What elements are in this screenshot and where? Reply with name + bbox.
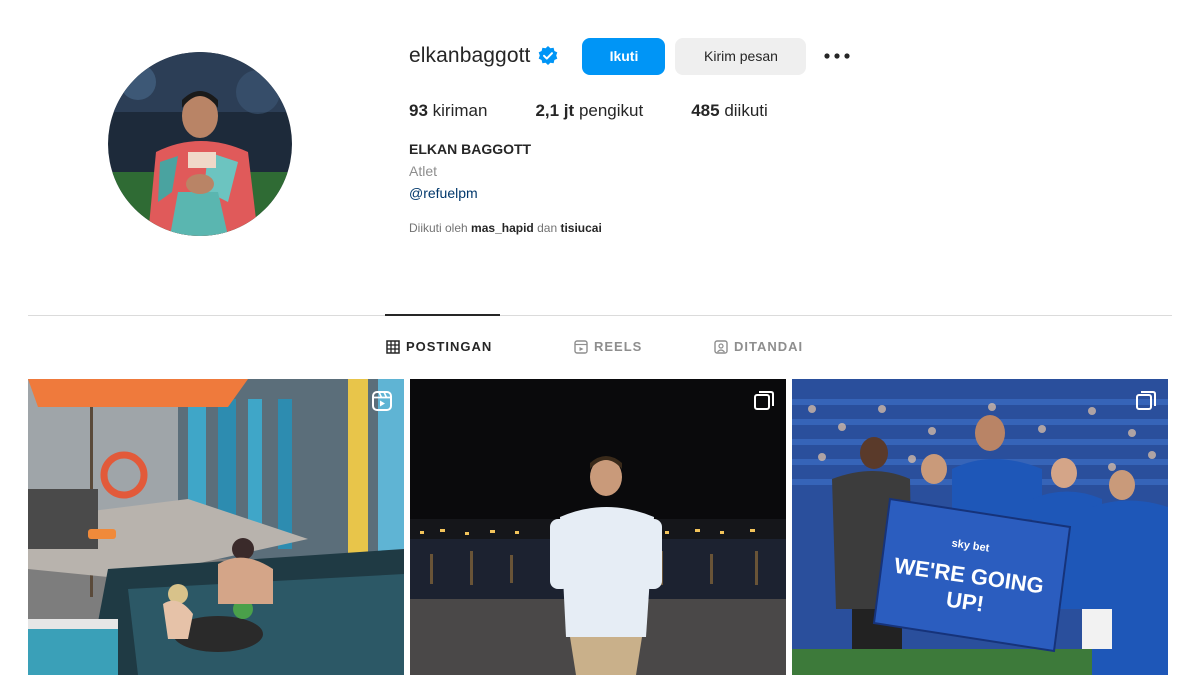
tab-posts[interactable]: POSTINGAN [386, 339, 492, 354]
tabs-divider [28, 315, 1172, 316]
followers-count-label: pengikut [578, 101, 644, 120]
send-message-button[interactable]: Kirim pesan [675, 37, 807, 75]
carousel-icon [754, 391, 774, 411]
followed-by-text[interactable]: Diikuti oleh mas_hapid dan tisiucai [409, 221, 1169, 235]
post-thumbnail-2[interactable] [410, 379, 786, 675]
followed-by-user-2[interactable]: tisiucai [560, 221, 601, 235]
profile-tabs: POSTINGAN REELS DITANDAI [0, 339, 1200, 359]
following-count[interactable]: 485 diikuti [691, 101, 768, 121]
carousel-icon [1136, 391, 1156, 411]
posts-count-label: kiriman [432, 101, 488, 120]
banner-line-2: UP! [945, 587, 986, 617]
bio-mention-link[interactable]: @refuelpm [409, 185, 1169, 201]
tab-reels[interactable]: REELS [574, 339, 642, 354]
posts-grid: sky bet WE'RE GOING UP! [28, 379, 1168, 675]
followed-by-prefix: Diikuti oleh [409, 221, 468, 235]
followers-count[interactable]: 2,1 jt pengikut [535, 101, 643, 121]
following-count-label: diikuti [724, 101, 768, 120]
username[interactable]: elkanbaggott [409, 44, 530, 68]
post-thumbnail-3[interactable]: sky bet WE'RE GOING UP! [792, 379, 1168, 675]
follow-button[interactable]: Ikuti [582, 37, 666, 75]
posts-count-value: 93 [409, 101, 428, 120]
profile-avatar[interactable] [108, 52, 292, 236]
post-thumbnail-1[interactable] [28, 379, 404, 675]
followed-by-user-1[interactable]: mas_hapid [471, 221, 534, 235]
active-tab-indicator [385, 314, 500, 316]
full-name: ELKAN BAGGOTT [409, 141, 532, 157]
profile-stats: 93 kiriman 2,1 jt pengikut 485 diikuti [409, 101, 1169, 121]
grid-icon [386, 339, 400, 354]
followers-count-value: 2,1 jt [535, 101, 575, 120]
tab-tagged[interactable]: DITANDAI [714, 339, 803, 354]
tab-reels-label: REELS [594, 339, 643, 354]
reels-icon [372, 391, 392, 411]
followed-by-joiner: dan [537, 221, 558, 235]
posts-count: 93 kiriman [409, 101, 487, 121]
tab-posts-label: POSTINGAN [406, 339, 493, 354]
tagged-icon [714, 339, 728, 354]
following-count-value: 485 [691, 101, 720, 120]
more-options-icon[interactable] [822, 41, 852, 71]
category-label: Atlet [409, 163, 438, 179]
reels-icon [574, 339, 588, 354]
profile-header: elkanbaggott Ikuti Kirim pesan 93 kirima… [409, 36, 1169, 235]
verified-badge-icon [538, 46, 558, 66]
tab-tagged-label: DITANDAI [734, 339, 804, 354]
